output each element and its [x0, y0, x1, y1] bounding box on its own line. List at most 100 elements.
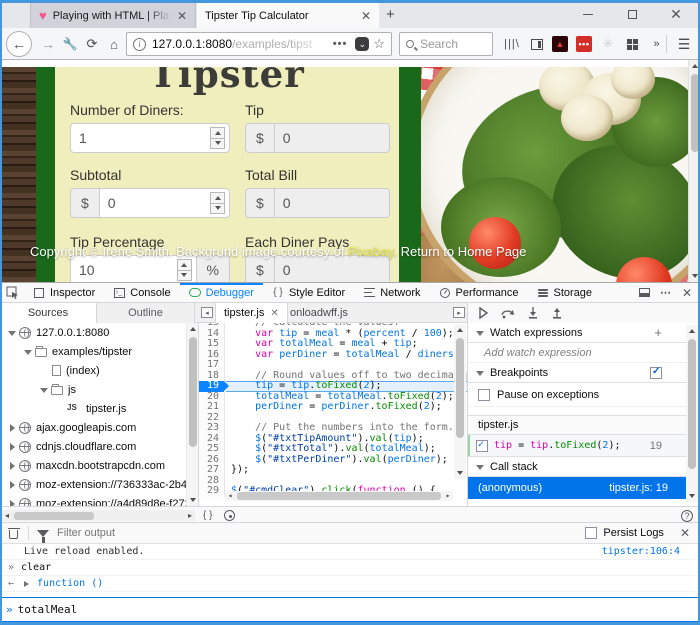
acrobat-extension-icon[interactable]: ▲ — [552, 36, 568, 52]
console-input-row[interactable]: » — [0, 597, 700, 622]
code-line[interactable]: $("#txtPerDiner").val(perDiner); — [226, 455, 467, 466]
chevron-right-icon[interactable] — [8, 462, 16, 470]
scroll-down-arrow[interactable] — [686, 490, 698, 502]
chevron-right-icon[interactable] — [8, 443, 16, 451]
reload-button[interactable]: ⟳ — [82, 31, 102, 57]
editor-vertical-scrollbar[interactable] — [454, 324, 466, 479]
code-line[interactable]: }); — [226, 465, 467, 476]
scroll-up-arrow[interactable] — [187, 323, 199, 335]
log-source-link[interactable]: tipster:106:4 — [602, 546, 680, 557]
scroll-down-arrow[interactable] — [454, 467, 466, 479]
code-line[interactable]: perDiner = perDiner.toFixed(2); — [226, 402, 467, 413]
tab-network[interactable]: Network — [354, 283, 429, 303]
tab-sources[interactable]: Sources — [0, 303, 97, 323]
call-stack-frame[interactable]: (anonymous) tipster.js: 19 — [468, 477, 700, 499]
line-number[interactable]: 17 — [199, 360, 224, 371]
pause-on-exceptions-row[interactable]: Pause on exceptions — [468, 383, 700, 407]
number-spinner[interactable] — [177, 259, 192, 281]
scrollbar-thumb[interactable] — [189, 337, 197, 447]
source-tab-onloadwff-js[interactable]: onloadwff.js — [282, 303, 356, 323]
source-tab-tipster-js[interactable]: tipster.js✕ — [215, 303, 288, 323]
step-out-button[interactable] — [551, 307, 563, 319]
pixabay-link[interactable]: Pixabay. — [348, 244, 397, 259]
line-number[interactable]: 15 — [199, 339, 224, 350]
scroll-up-arrow[interactable] — [686, 325, 698, 337]
watch-eye-icon[interactable] — [224, 508, 235, 523]
tab-close-icon[interactable]: ✕ — [361, 9, 371, 23]
number-spinner[interactable] — [210, 127, 225, 149]
expand-triangle-icon[interactable] — [24, 581, 29, 587]
window-minimize-button[interactable] — [568, 0, 608, 28]
right-panel-scrollbar[interactable] — [686, 325, 698, 502]
tree-item[interactable]: moz-extension://a4d89d8e-f272-4b1e — [0, 494, 198, 506]
tree-item[interactable]: examples/tipster — [0, 342, 198, 361]
home-button[interactable]: ⌂ — [104, 31, 124, 57]
site-info-icon[interactable]: i — [133, 38, 146, 51]
tree-item[interactable]: JStipster.js — [0, 399, 198, 418]
window-maximize-button[interactable] — [612, 0, 652, 28]
result-row[interactable]: ← function () — [0, 576, 700, 592]
back-button[interactable]: ← — [6, 31, 32, 57]
screenshot-grid-icon[interactable] — [624, 36, 640, 52]
breakpoints-header[interactable]: Breakpoints — [468, 363, 700, 383]
paused-line-marker[interactable]: 19 — [199, 381, 224, 392]
step-over-button[interactable] — [501, 307, 515, 319]
filter-output-input[interactable]: Filter output — [57, 527, 115, 539]
help-icon[interactable]: ? — [681, 508, 693, 523]
clear-console-icon[interactable] — [8, 527, 20, 540]
line-number-gutter[interactable]: 1314151617181920212223242526272829 — [199, 323, 225, 497]
code-line[interactable]: var perDiner = totalMeal / diners; — [226, 350, 467, 361]
tab-tipster-tip-calculator[interactable]: Tipster Tip Calculator ✕ — [197, 3, 379, 28]
developer-wrench-icon[interactable]: 🔧 — [60, 31, 80, 57]
tree-item[interactable]: (index) — [0, 361, 198, 380]
chevron-down-icon[interactable] — [8, 329, 16, 337]
tab-close-icon[interactable]: ✕ — [177, 9, 187, 23]
page-actions-icon[interactable]: ••• — [333, 38, 348, 50]
forward-button[interactable]: → — [38, 31, 58, 57]
tab-inspector[interactable]: Inspector — [24, 283, 104, 303]
tab-outline[interactable]: Outline — [97, 303, 195, 323]
diners-input[interactable] — [70, 123, 230, 153]
line-number[interactable]: 29 — [199, 486, 224, 497]
line-number[interactable]: 27 — [199, 465, 224, 476]
tree-horizontal-scrollbar[interactable]: ◂▸ — [2, 510, 195, 521]
scroll-up-arrow[interactable] — [454, 324, 466, 336]
tab-storage[interactable]: Storage — [528, 283, 602, 303]
chevron-right-icon[interactable] — [8, 424, 16, 432]
window-close-button[interactable]: ✕ — [656, 0, 696, 28]
line-number[interactable]: 21 — [199, 402, 224, 413]
editor-horizontal-scrollbar[interactable]: ◂▸ — [225, 491, 453, 501]
tree-item[interactable]: maxcdn.bootstrapcdn.com — [0, 456, 198, 475]
overflow-chevron-icon[interactable]: » — [648, 36, 664, 52]
scrollbar-thumb[interactable] — [456, 338, 464, 438]
tab-playing-with-html[interactable]: ♥ Playing with HTML | Playing wi ✕ — [30, 3, 196, 28]
menu-hamburger-icon[interactable]: ☰ — [676, 36, 692, 52]
code-editor[interactable]: 1314151617181920212223242526272829 // Ca… — [199, 323, 467, 506]
scrollbar-thumb[interactable] — [688, 339, 696, 469]
total-bill-input[interactable] — [274, 188, 390, 218]
search-bar[interactable]: Search — [399, 32, 493, 56]
tip-input[interactable] — [274, 123, 390, 153]
number-spinner[interactable] — [210, 192, 225, 214]
disabled-extension-icon[interactable]: ✳ — [600, 36, 616, 52]
watch-expressions-header[interactable]: Watch expressions + — [468, 323, 700, 343]
devtools-close-icon[interactable]: ✕ — [682, 286, 692, 300]
pick-element-icon[interactable] — [0, 286, 24, 299]
tab-console[interactable]: ›_Console — [104, 283, 179, 303]
breakpoint-checkbox[interactable] — [476, 440, 488, 452]
pocket-icon[interactable]: ⌄ — [355, 37, 369, 51]
step-in-button[interactable] — [527, 307, 539, 319]
library-icon[interactable]: |||\ — [504, 36, 520, 52]
sidebar-toggle-icon[interactable] — [529, 36, 545, 52]
scroll-down-arrow[interactable] — [187, 494, 199, 506]
line-number[interactable]: 23 — [199, 423, 224, 434]
tree-item[interactable]: cdnjs.cloudflare.com — [0, 437, 198, 456]
log-row[interactable]: Live reload enabled. tipster:106:4 — [0, 544, 700, 560]
dock-to-bottom-icon[interactable] — [639, 288, 650, 297]
collapse-panel-icon[interactable]: ◂ — [201, 307, 213, 318]
tree-item[interactable]: js — [0, 380, 198, 399]
line-number[interactable]: 25 — [199, 444, 224, 455]
resume-button[interactable] — [478, 307, 489, 319]
persist-logs-checkbox[interactable] — [585, 527, 597, 539]
code-lines[interactable]: // Calculate the values. var tip = meal … — [226, 323, 467, 497]
